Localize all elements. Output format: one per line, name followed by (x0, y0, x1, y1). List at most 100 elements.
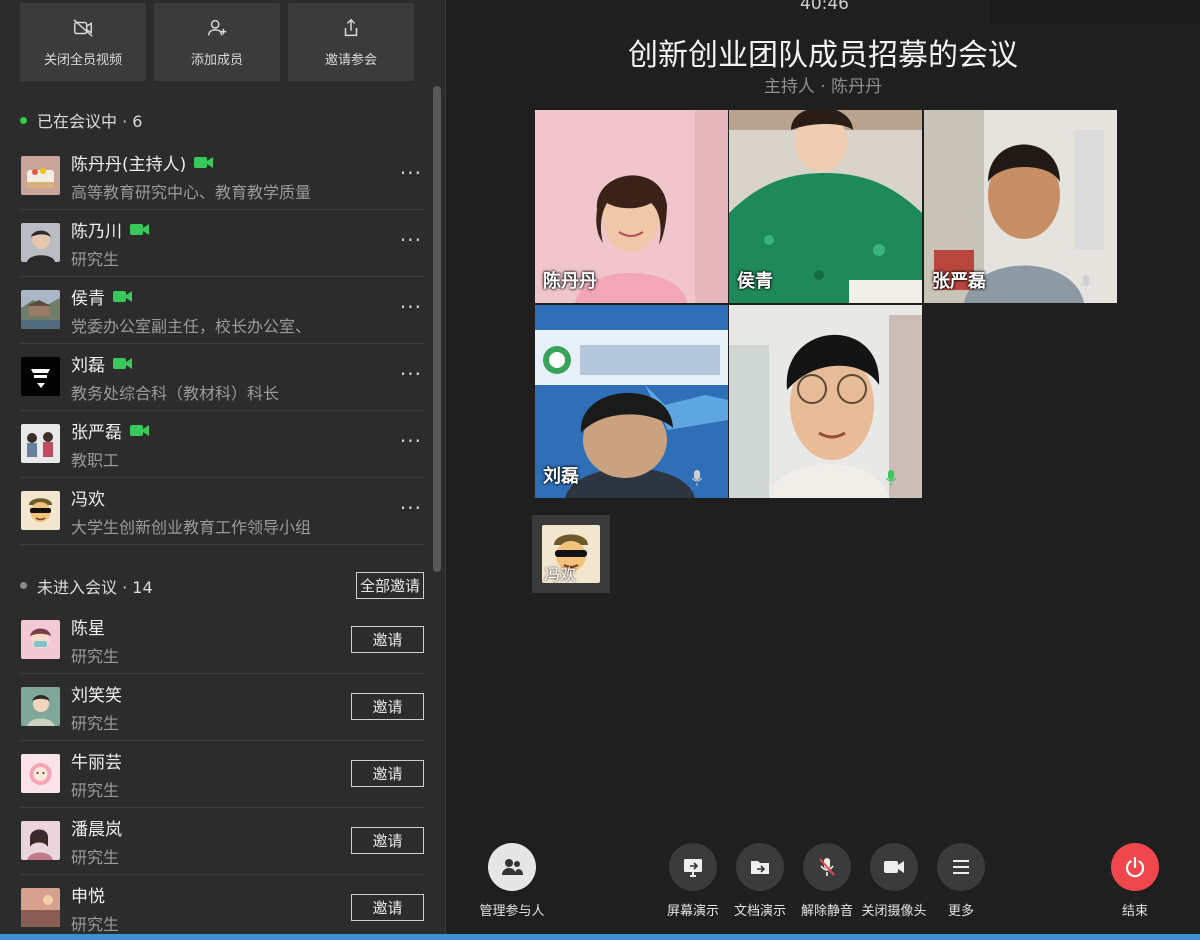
invitee-row: 刘笑笑 研究生 邀请 (20, 674, 424, 741)
member-row[interactable]: 冯欢 大学生创新创业教育工作领导小组 ··· (20, 478, 424, 545)
member-title: 高等教育研究中心、教育教学质量 (71, 183, 312, 202)
more-options-icon[interactable]: ··· (400, 362, 422, 386)
member-row[interactable]: 陈乃川 研究生 ··· (20, 210, 424, 277)
microphone-icon (692, 470, 702, 486)
avatar (21, 357, 60, 396)
more-label: 更多 (947, 904, 974, 919)
member-name: 陈丹丹(主持人) (71, 155, 187, 175)
member-title: 研究生 (71, 647, 120, 666)
invite-button[interactable]: 邀请 (351, 827, 424, 854)
invitee-row: 陈星 研究生 邀请 (20, 607, 424, 674)
disable-all-video-button[interactable]: 关闭全员视频 (20, 3, 146, 81)
audio-only-tile[interactable]: 冯欢 (532, 515, 610, 593)
member-name: 张严磊 (71, 423, 122, 443)
video-tile[interactable]: 陈丹丹 (535, 110, 728, 303)
member-name-row: 陈乃川 (71, 217, 149, 242)
member-name: 申悦 (71, 887, 105, 907)
more-button[interactable]: 更多 (921, 843, 1001, 919)
invitee-row: 潘晨岚 研究生 邀请 (20, 808, 424, 875)
invitee-row: 申悦 研究生 邀请 (20, 875, 424, 940)
screen-share-icon (684, 859, 702, 877)
avatar (21, 491, 60, 530)
avatar (21, 888, 60, 927)
invite-button[interactable]: 邀请 (351, 693, 424, 720)
video-tile[interactable]: 侯青 (729, 110, 922, 303)
invite-button[interactable]: 邀请 (351, 626, 424, 653)
invite-button[interactable]: 邀请 (351, 760, 424, 787)
not-joined-title: 未进入会议 · 14 (37, 577, 153, 597)
video-label: 张严磊 (932, 271, 986, 292)
scrollbar[interactable] (433, 86, 441, 572)
member-row[interactable]: 张严磊 教职工 ··· (20, 411, 424, 478)
meeting-timer: 40:46 (800, 0, 849, 14)
member-name-row: 陈星 (71, 614, 105, 639)
add-user-icon (208, 19, 227, 35)
member-row[interactable]: 陈丹丹(主持人) 高等教育研究中心、教育教学质量 ··· (20, 143, 424, 210)
end-meeting-label: 结束 (1121, 904, 1148, 919)
avatar (21, 424, 60, 463)
member-title: 研究生 (71, 848, 120, 867)
video-tile[interactable]: 张严磊 (924, 110, 1117, 303)
camera-icon (884, 861, 904, 873)
unmute-label: 解除静音 (800, 904, 853, 919)
video-tile[interactable]: 刘磊 (535, 305, 728, 498)
member-name-row: 申悦 (71, 882, 105, 907)
end-meeting-button[interactable]: 结束 (1095, 843, 1175, 919)
member-name-row: 刘磊 (71, 351, 132, 376)
member-name-row: 张严磊 (71, 418, 149, 443)
screen-share-label: 屏幕演示 (666, 904, 719, 919)
meeting-title: 创新创业团队成员招募的会议 (628, 38, 1018, 73)
more-options-icon[interactable]: ··· (400, 496, 422, 520)
manage-participants-label: 管理参与人 (479, 904, 545, 919)
member-name: 刘笑笑 (71, 686, 122, 706)
member-name: 陈星 (71, 619, 105, 639)
avatar (21, 620, 60, 659)
member-title: 大学生创新创业教育工作领导小组 (71, 518, 312, 537)
avatar (21, 223, 60, 262)
add-member-button[interactable]: 添加成员 (154, 3, 280, 81)
more-options-icon[interactable]: ··· (400, 295, 422, 319)
video-off-icon (73, 18, 93, 37)
member-name-row: 潘晨岚 (71, 815, 122, 840)
video-tile[interactable] (729, 305, 922, 498)
doc-share-label: 文档演示 (733, 904, 786, 919)
invitee-row: 牛丽芸 研究生 邀请 (20, 741, 424, 808)
in-meeting-title: 已在会议中 · 6 (37, 112, 143, 131)
participants-panel: 关闭全员视频 添加成员 邀请参会 已在会议中 · 6 陈丹丹(主持人) 高等教育… (0, 0, 446, 934)
more-options-icon[interactable]: ··· (400, 228, 422, 252)
member-row[interactable]: 刘磊 教务处综合科（教材科）科长 ··· (20, 344, 424, 411)
member-name: 陈乃川 (71, 222, 122, 242)
video-label: 刘磊 (543, 466, 579, 487)
invite-all-button[interactable]: 全部邀请 (355, 572, 424, 599)
member-title: 研究生 (71, 915, 120, 934)
meeting-host: 主持人 · 陈丹丹 (763, 77, 883, 97)
member-name-row: 牛丽芸 (71, 748, 122, 773)
in-meeting-header: 已在会议中 · 6 (20, 108, 142, 132)
avatar (21, 821, 60, 860)
member-name-row: 冯欢 (71, 485, 105, 510)
microphone-active-icon (886, 470, 896, 486)
member-name: 侯青 (71, 289, 105, 309)
menu-icon (953, 860, 969, 874)
member-row[interactable]: 侯青 党委办公室副主任，校长办公室、 ··· (20, 277, 424, 344)
invite-to-meeting-button[interactable]: 邀请参会 (288, 3, 414, 81)
video-label: 侯青 (737, 271, 773, 292)
member-name: 冯欢 (71, 490, 105, 510)
offline-status-dot (20, 582, 27, 589)
audio-tile-label: 冯欢 (544, 565, 577, 584)
member-title: 研究生 (71, 714, 120, 733)
power-icon (1125, 856, 1145, 878)
not-joined-header: 未进入会议 · 14 全部邀请 (20, 572, 424, 599)
window-controls-bar (990, 0, 1200, 24)
more-options-icon[interactable]: ··· (400, 161, 422, 185)
member-name: 牛丽芸 (71, 753, 122, 773)
more-options-icon[interactable]: ··· (400, 429, 422, 453)
video-label: 陈丹丹 (543, 271, 597, 292)
panel-actions: 关闭全员视频 添加成员 邀请参会 (20, 3, 414, 81)
invite-button[interactable]: 邀请 (351, 894, 424, 921)
member-title: 研究生 (71, 781, 120, 800)
invite-to-meeting-label: 邀请参会 (324, 52, 377, 68)
share-icon (344, 18, 358, 36)
online-status-dot (20, 116, 27, 124)
manage-participants-button[interactable]: 管理参与人 (472, 843, 552, 919)
